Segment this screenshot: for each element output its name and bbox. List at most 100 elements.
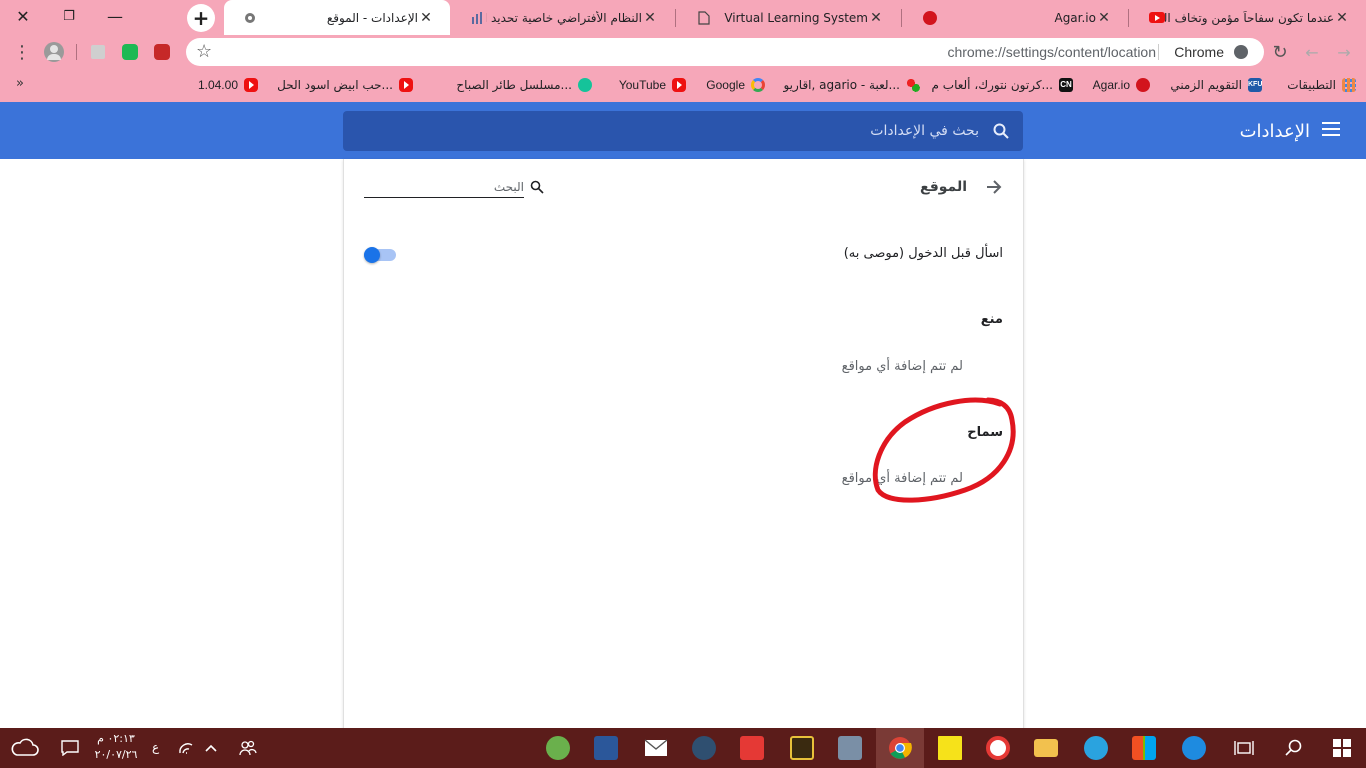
chrome-menu-button[interactable]: ⋮ (8, 35, 36, 69)
bookmark-google[interactable]: Google (706, 76, 765, 94)
local-search-input[interactable] (404, 178, 524, 196)
tray-chevron-up-icon[interactable] (196, 728, 226, 768)
extension-button[interactable] (84, 35, 112, 69)
allow-empty-message: لم تتم إضافة أي مواقع (841, 471, 963, 486)
bookmark-label: YouTube (618, 78, 666, 92)
sticky-notes-app-icon[interactable] (926, 728, 974, 768)
tab-separator (1128, 9, 1129, 27)
extension-fastforward-icon (154, 44, 170, 60)
tab-agario[interactable]: Agar.io ✕ (904, 0, 1128, 35)
address-bar[interactable]: ☆ chrome://settings/content/location Chr… (186, 38, 1264, 66)
extension-grey-icon (91, 45, 105, 59)
block-section-heading: منع (980, 312, 1003, 327)
edge-app-icon[interactable] (1170, 728, 1218, 768)
task-view-icon[interactable] (1220, 728, 1268, 768)
bookmark-agario[interactable]: Agar.io (1093, 76, 1150, 94)
chart-icon (470, 10, 486, 26)
bookmark-calendar[interactable]: KFU التقويم الزمني (1170, 76, 1262, 94)
new-tab-button[interactable]: + (187, 4, 215, 32)
browser-toolbar: ⋮ ☆ chrome://settings/content/location C… (0, 35, 1366, 69)
extension-button[interactable] (148, 35, 176, 69)
bookmarks-overflow-button[interactable]: » (16, 76, 24, 91)
window-close-button[interactable]: ✕ (0, 0, 46, 32)
youtube-icon (399, 78, 413, 92)
bookmark-apps[interactable]: التطبيقات (1287, 76, 1356, 94)
bookmark-label: مسلسل طائر الصباح... (456, 78, 572, 92)
block-empty-message: لم تتم إضافة أي مواقع (841, 359, 963, 374)
settings-title: الإعدادات (1239, 121, 1310, 142)
bookmark-agario-game[interactable]: اقاريو, agario - لعبة... (783, 76, 920, 94)
youtube-icon (244, 78, 258, 92)
yandex-app-icon[interactable] (974, 728, 1022, 768)
window-minimize-button[interactable]: — (92, 0, 138, 32)
bookmark-label: كرتون نتورك، ألعاب م... (931, 78, 1053, 92)
notifications-icon[interactable] (46, 728, 94, 768)
settings-search-input[interactable] (419, 111, 979, 151)
bookmark-cartoon-network[interactable]: CN كرتون نتورك، ألعاب م... (932, 76, 1073, 94)
tab-location-article[interactable]: النظام الأفتراضي خاصية تحديد الموقع ✕ (452, 0, 674, 35)
tools-app-icon[interactable] (826, 728, 874, 768)
bookmark-label: حب ابيض اسود الحل... (277, 78, 393, 92)
agar-icon (922, 10, 938, 26)
bookmark-label: Agar.io (1092, 78, 1130, 92)
onedrive-cloud-icon[interactable] (0, 728, 48, 768)
tab-separator (675, 9, 676, 27)
grammarly-icon (578, 78, 592, 92)
bookmark-label: اقاريو, agario - لعبة... (783, 78, 900, 92)
address-bar-separator (1158, 44, 1159, 60)
people-icon[interactable] (224, 728, 272, 768)
toolbar-separator (76, 44, 77, 60)
store-app-icon[interactable] (1120, 728, 1168, 768)
bookmark-youtube[interactable]: YouTube (619, 76, 686, 94)
extension-tv-icon (122, 44, 138, 60)
tab-close-button[interactable]: ✕ (868, 10, 884, 26)
tab-close-button[interactable]: ✕ (418, 10, 434, 26)
utorrent-app-icon[interactable] (534, 728, 582, 768)
youtube-icon (1149, 10, 1165, 26)
bookmark-video-1[interactable]: حب ابيض اسود الحل... (277, 76, 413, 94)
search-icon (993, 123, 1009, 139)
system-clock[interactable]: ٠٢:١٣ م ٢٠/٠٧/٢٦ (88, 731, 144, 763)
ask-before-access-toggle[interactable] (364, 247, 396, 263)
site-label: Chrome (1174, 44, 1224, 60)
profile-avatar-button[interactable] (40, 35, 68, 69)
back-arrow-icon[interactable] (983, 177, 1003, 197)
telegram-app-icon[interactable] (1072, 728, 1120, 768)
tab-title: Agar.io (1054, 10, 1096, 25)
tab-title: الإعدادات - الموقع (326, 10, 418, 25)
apps-grid-icon (1342, 78, 1356, 92)
clock-date: ٢٠/٠٧/٢٦ (94, 748, 138, 761)
local-search-field (364, 178, 544, 198)
window-restore-button[interactable]: ❐ (46, 0, 92, 32)
presentation-app-icon[interactable] (728, 728, 776, 768)
bookmark-series[interactable]: مسلسل طائر الصباح... (456, 76, 592, 94)
word-app-icon[interactable] (582, 728, 630, 768)
back-button[interactable]: ← (1298, 35, 1326, 69)
extension-button[interactable] (116, 35, 144, 69)
chrome-app-icon[interactable] (876, 728, 924, 768)
tab-close-button[interactable]: ✕ (1334, 10, 1350, 26)
bookmark-star-icon[interactable]: ☆ (196, 41, 212, 62)
file-explorer-app-icon[interactable] (1022, 728, 1070, 768)
allow-section-heading: سماح (967, 425, 1003, 440)
windows-start-icon[interactable] (1318, 728, 1366, 768)
tab-virtual-learning[interactable]: Virtual Learning System ✕ (678, 0, 900, 35)
reload-button[interactable]: ↻ (1266, 35, 1294, 69)
search-icon[interactable] (1270, 728, 1318, 768)
tab-close-button[interactable]: ✕ (1096, 10, 1112, 26)
tab-close-button[interactable]: ✕ (642, 10, 658, 26)
mail-app-icon[interactable] (632, 728, 680, 768)
settings-gear-app-icon[interactable] (680, 728, 728, 768)
tab-title: النظام الأفتراضي خاصية تحديد الموقع (486, 10, 642, 25)
ask-before-access-label: اسأل قبل الدخول (موصى به) (843, 246, 1003, 261)
input-language-indicator[interactable]: ع (152, 740, 159, 754)
tab-youtube-video[interactable]: عندما تكون سفاحاً مؤمن وتخاف الله ✕ (1131, 0, 1366, 35)
tab-settings-location[interactable]: الإعدادات - الموقع ✕ (224, 0, 450, 35)
page-icon (696, 10, 712, 26)
game-app-icon[interactable] (778, 728, 826, 768)
bookmark-video-2[interactable]: 1.04.00 (198, 76, 258, 94)
forward-button[interactable]: → (1330, 35, 1358, 69)
tab-separator (901, 9, 902, 27)
hamburger-menu-icon[interactable] (1322, 122, 1340, 138)
chrome-logo-icon (1234, 45, 1248, 59)
